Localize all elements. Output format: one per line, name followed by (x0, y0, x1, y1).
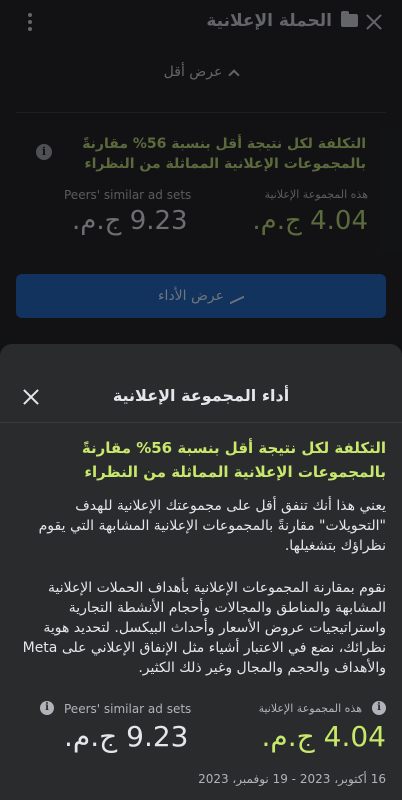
info-icon[interactable]: i (40, 701, 54, 715)
bottom-sheet: أداء المجموعة الإعلانية التكلفة لكل نتيج… (0, 344, 402, 800)
info-icon[interactable]: i (372, 701, 386, 715)
explanation-paragraph: يعني هذا أنك تنفق أقل على مجموعتك الإعلا… (38, 498, 386, 554)
sheet-title: أداء المجموعة الإعلانية (112, 386, 290, 405)
peers-value: 9.23 ج.م. (64, 720, 189, 753)
close-icon[interactable] (22, 388, 40, 406)
this-adset-label: هذه المجموعة الإعلانية (258, 702, 362, 715)
divider (0, 422, 402, 423)
methodology-paragraph: نقوم بمقارنة المجموعات الإعلانية بأهداف … (22, 580, 386, 676)
sheet-headline: التكلفة لكل نتيجة أقل بنسبة 56% مقارنةً … (81, 439, 386, 481)
this-adset-value: 4.04 ج.م. (261, 720, 386, 753)
peers-label: Peers' similar ad sets (64, 702, 192, 716)
date-range: 16 أكتوبر، 2023 - 19 نوفمبر، 2023 (198, 772, 386, 786)
